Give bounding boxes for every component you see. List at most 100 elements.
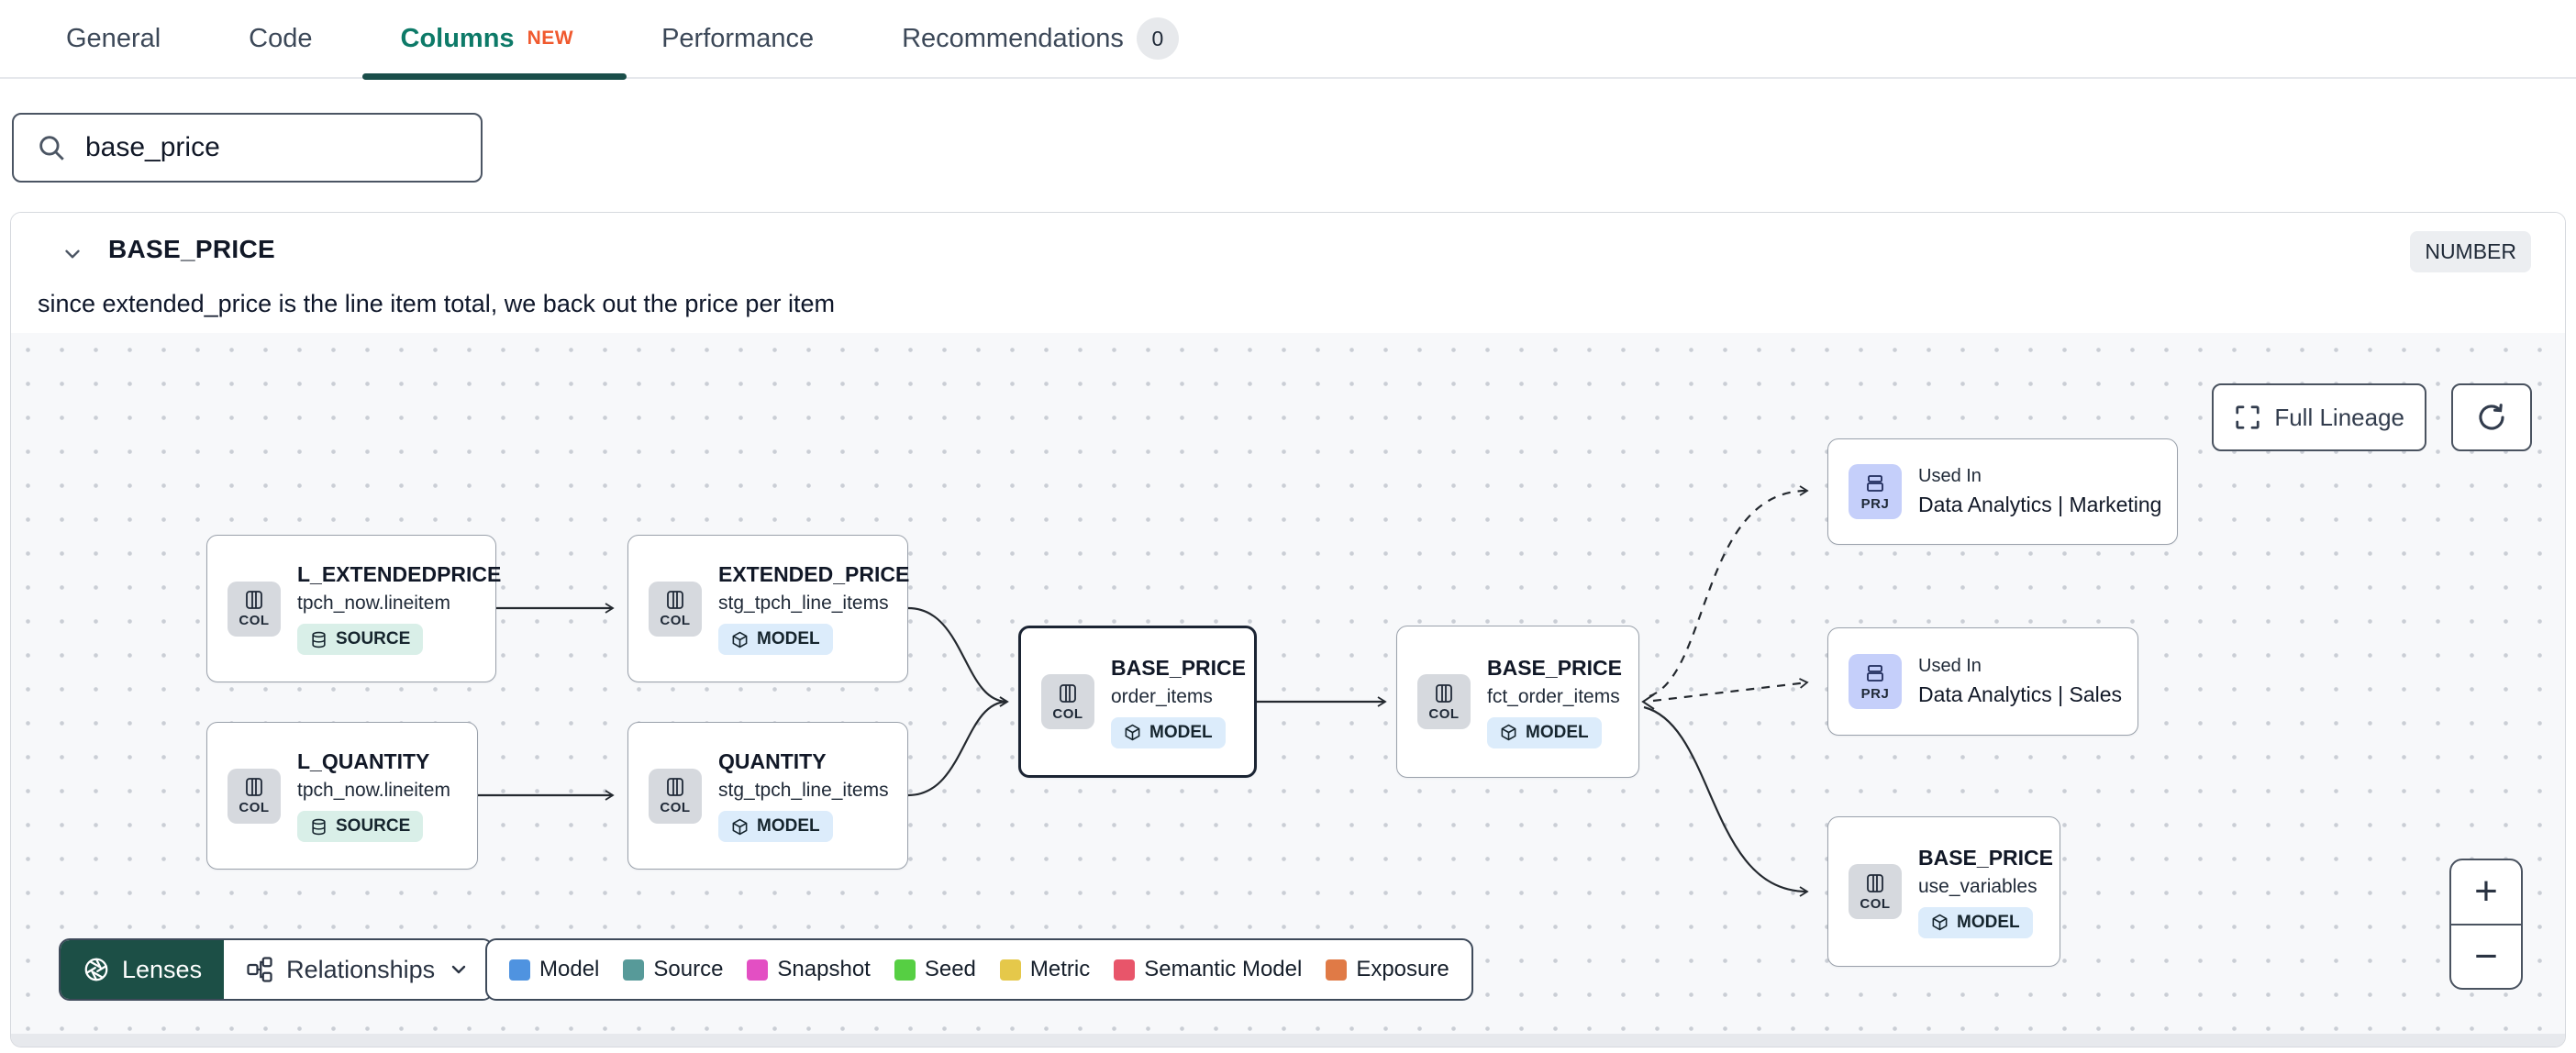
node-title: Data Analytics | Marketing bbox=[1918, 493, 2162, 516]
lenses-button[interactable]: Lenses bbox=[61, 940, 225, 999]
tab-bar: General Code Columns NEW Performance Rec… bbox=[0, 0, 2576, 80]
full-lineage-label: Full Lineage bbox=[2274, 403, 2404, 431]
tab-label: General bbox=[66, 23, 161, 53]
relationships-dropdown[interactable]: Relationships bbox=[224, 940, 493, 999]
lineage-node-used-in-marketing[interactable]: PRJ Used In Data Analytics | Marketing bbox=[1827, 438, 2178, 545]
badge-label: MODEL bbox=[757, 629, 820, 648]
tab-label: Performance bbox=[661, 23, 815, 53]
column-panel-header: BASE_PRICE NUMBER since extended_price i… bbox=[11, 213, 2565, 333]
chevron-down-icon bbox=[451, 965, 466, 974]
source-badge: SOURCE bbox=[297, 624, 424, 655]
expand-icon bbox=[2236, 405, 2260, 429]
count-badge: 0 bbox=[1136, 17, 1179, 60]
cube-icon bbox=[732, 631, 748, 648]
collapse-chevron-icon[interactable] bbox=[61, 242, 84, 271]
search-value: base_price bbox=[85, 132, 220, 162]
columns-icon bbox=[1060, 683, 1076, 703]
chip-label: PRJ bbox=[1860, 685, 1890, 702]
chip-label: COL bbox=[660, 613, 691, 628]
columns-icon bbox=[667, 778, 683, 796]
lineage-node-l-quantity[interactable]: COL L_QUANTITY tpch_now.lineitem SOURCE bbox=[206, 722, 478, 870]
refresh-icon bbox=[2479, 404, 2504, 430]
project-chip: PRJ bbox=[1849, 464, 1902, 519]
lineage-node-base-price-fct-order-items[interactable]: COL BASE_PRICE fct_order_items MODEL bbox=[1396, 626, 1639, 778]
lenses-control: Lenses Relationships bbox=[59, 938, 494, 1001]
tab-general[interactable]: General bbox=[66, 0, 161, 78]
chip-label: COL bbox=[1860, 895, 1891, 912]
node-title: L_EXTENDEDPRICE bbox=[297, 562, 502, 586]
node-subtitle: stg_tpch_line_items bbox=[718, 780, 889, 801]
tab-performance[interactable]: Performance bbox=[661, 0, 814, 78]
tab-label: Columns bbox=[400, 23, 515, 53]
badge-label: SOURCE bbox=[336, 816, 411, 836]
relationships-icon bbox=[247, 957, 272, 982]
tab-recommendations[interactable]: Recommendations 0 bbox=[902, 0, 1179, 78]
badge-label: MODEL bbox=[757, 816, 820, 836]
legend-swatch bbox=[1326, 959, 1348, 981]
search-input[interactable]: base_price bbox=[12, 113, 483, 183]
lineage-node-base-price-use-variables[interactable]: COL BASE_PRICE use_variables MODEL bbox=[1827, 816, 2060, 967]
columns-icon bbox=[1436, 683, 1452, 703]
tab-columns[interactable]: Columns NEW bbox=[361, 0, 627, 80]
node-title: QUANTITY bbox=[718, 749, 827, 773]
refresh-button[interactable] bbox=[2451, 383, 2532, 451]
lineage-node-l-extendedprice[interactable]: COL L_EXTENDEDPRICE tpch_now.lineitem SO… bbox=[206, 535, 501, 682]
model-badge: MODEL bbox=[718, 811, 833, 842]
tab-code[interactable]: Code bbox=[249, 0, 312, 78]
search-icon bbox=[39, 136, 64, 161]
columns-icon bbox=[246, 778, 262, 796]
column-chip: COL bbox=[1849, 864, 1902, 919]
node-subtitle: use_variables bbox=[1918, 875, 2037, 897]
legend-item-semantic-model: Semantic Model bbox=[1114, 957, 1302, 982]
lineage-node-quantity[interactable]: COL QUANTITY stg_tpch_line_items MODEL bbox=[627, 722, 908, 870]
badge-label: SOURCE bbox=[336, 629, 411, 648]
lineage-node-base-price-order-items[interactable]: COL BASE_PRICE order_items MODEL bbox=[1018, 626, 1257, 778]
legend-swatch bbox=[509, 959, 530, 981]
database-icon bbox=[312, 818, 326, 835]
column-description: since extended_price is the line item to… bbox=[38, 290, 835, 317]
zoom-out-button[interactable]: − bbox=[2451, 926, 2521, 989]
legend-swatch bbox=[1114, 959, 1136, 981]
cube-icon bbox=[732, 818, 748, 835]
full-lineage-button[interactable]: Full Lineage bbox=[2212, 383, 2426, 451]
node-title: BASE_PRICE bbox=[1918, 845, 2053, 870]
model-badge: MODEL bbox=[718, 624, 833, 655]
column-panel: BASE_PRICE NUMBER since extended_price i… bbox=[10, 212, 2566, 1047]
legend-item-source: Source bbox=[623, 957, 723, 982]
columns-icon bbox=[667, 591, 683, 609]
lineage-node-extended-price[interactable]: COL EXTENDED_PRICE stg_tpch_line_items M… bbox=[627, 535, 910, 682]
tab-label: Recommendations bbox=[902, 23, 1124, 53]
aperture-icon bbox=[84, 958, 108, 981]
column-lineage-page: General Code Columns NEW Performance Rec… bbox=[0, 0, 2576, 1053]
zoom-in-button[interactable]: + bbox=[2451, 860, 2521, 926]
model-badge: MODEL bbox=[1111, 716, 1226, 748]
cube-icon bbox=[1932, 914, 1948, 931]
chip-label: COL bbox=[1052, 705, 1083, 722]
node-title: BASE_PRICE bbox=[1111, 655, 1246, 680]
project-chip: PRJ bbox=[1849, 654, 1902, 709]
lineage-edges bbox=[478, 485, 1809, 897]
chip-label: COL bbox=[239, 613, 270, 628]
column-chip: COL bbox=[1417, 674, 1471, 729]
lenses-label: Lenses bbox=[122, 955, 203, 983]
node-title: BASE_PRICE bbox=[1487, 655, 1622, 680]
columns-icon bbox=[1867, 873, 1883, 892]
badge-label: MODEL bbox=[1526, 722, 1589, 742]
lineage-canvas[interactable]: COL L_EXTENDEDPRICE tpch_now.lineitem SO… bbox=[11, 333, 2565, 1036]
node-subtitle: tpch_now.lineitem bbox=[297, 593, 450, 614]
node-subtitle: tpch_now.lineitem bbox=[297, 780, 450, 801]
legend-swatch bbox=[623, 959, 645, 981]
column-chip: COL bbox=[1041, 674, 1094, 729]
legend-item-snapshot: Snapshot bbox=[747, 957, 871, 982]
node-subtitle: fct_order_items bbox=[1487, 685, 1620, 707]
used-in-eyebrow: Used In bbox=[1918, 656, 1982, 676]
node-title: EXTENDED_PRICE bbox=[718, 562, 910, 586]
archive-icon bbox=[1867, 474, 1883, 492]
new-badge: NEW bbox=[527, 28, 574, 49]
column-chip: COL bbox=[228, 768, 281, 824]
node-subtitle: order_items bbox=[1111, 685, 1213, 707]
lineage-node-used-in-sales[interactable]: PRJ Used In Data Analytics | Sales bbox=[1827, 627, 2138, 736]
legend-item-seed: Seed bbox=[894, 957, 976, 982]
tab-label: Code bbox=[249, 23, 313, 53]
column-title: BASE_PRICE bbox=[108, 235, 275, 263]
